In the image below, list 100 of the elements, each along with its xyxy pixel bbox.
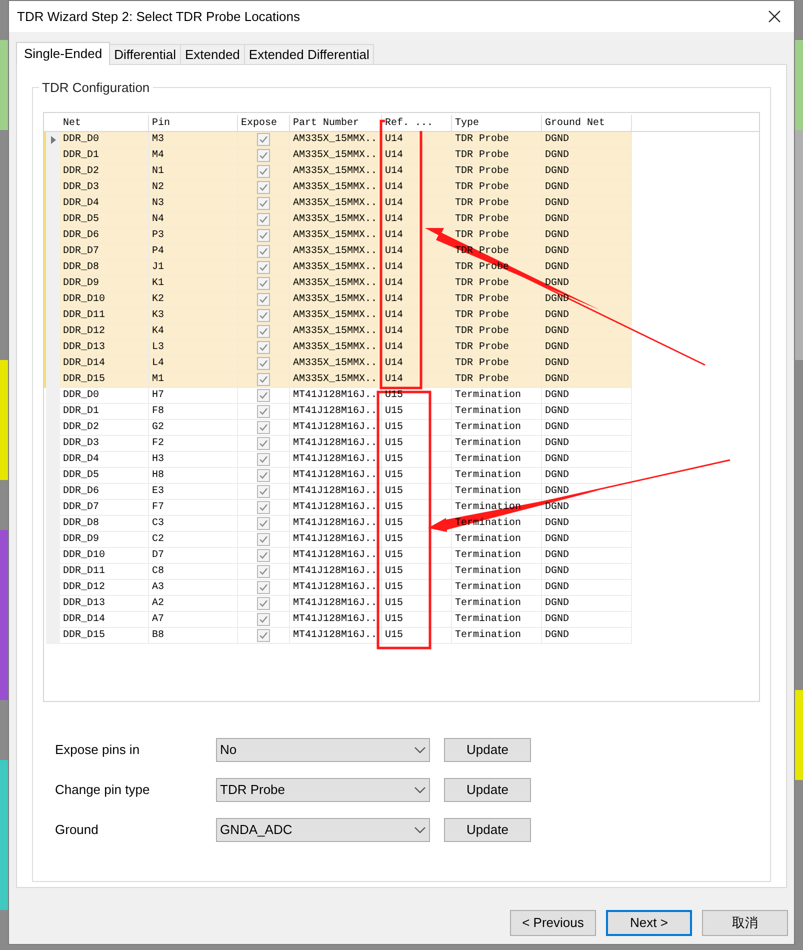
checkbox[interactable] <box>257 549 270 562</box>
table-row[interactable]: DDR_D5 N4 AM335X_15MMX.. U14 TDR Probe DGND <box>44 212 632 228</box>
tab[interactable]: Single-Ended <box>16 42 110 65</box>
checkbox[interactable] <box>257 213 270 226</box>
checkbox[interactable] <box>257 293 270 306</box>
table-cell-text: AM335X_15MMX.. <box>293 277 378 291</box>
table-row[interactable]: DDR_D15 M1 AM335X_15MMX.. U14 TDR Probe DGND <box>44 372 632 388</box>
table-cell-text: DDR_D15 <box>63 629 106 643</box>
table-cell-text: L4 <box>152 357 164 371</box>
checkbox[interactable] <box>257 389 270 402</box>
table-cell-text: DGND <box>545 309 570 323</box>
update-button[interactable]: Update <box>444 818 531 842</box>
table-cell-text: U14 <box>385 197 404 211</box>
checkbox[interactable] <box>257 485 270 498</box>
checkbox[interactable] <box>257 245 270 258</box>
table-row[interactable]: DDR_D9 K1 AM335X_15MMX.. U14 TDR Probe DGND <box>44 276 632 292</box>
table-row[interactable]: DDR_D2 G2 MT41J128M16J.. U15 Termination DGND <box>44 420 632 436</box>
table-cell-text: TDR Probe <box>455 164 510 179</box>
checkbox[interactable] <box>257 613 270 626</box>
dialog-button[interactable]: Next > <box>606 910 692 936</box>
checkbox[interactable] <box>257 421 270 434</box>
checkbox[interactable] <box>257 629 270 642</box>
checkbox[interactable] <box>257 181 270 194</box>
column-header[interactable]: Ref. ... <box>385 116 434 130</box>
dropdown[interactable]: No <box>216 738 430 762</box>
table-cell-text: DGND <box>545 325 570 339</box>
table-cell-text: DGND <box>545 453 570 467</box>
table-row[interactable]: DDR_D13 L3 AM335X_15MMX.. U14 TDR Probe DGND <box>44 340 632 356</box>
table-cell-text: U14 <box>385 357 404 371</box>
table-cell-text: Termination <box>455 580 522 595</box>
dropdown[interactable]: GNDA_ADC <box>216 818 430 842</box>
table-cell-text: DGND <box>545 485 570 499</box>
checkbox[interactable] <box>257 405 270 418</box>
dialog-button[interactable]: < Previous <box>510 910 596 936</box>
table-row[interactable]: DDR_D12 K4 AM335X_15MMX.. U14 TDR Probe DGND <box>44 324 632 340</box>
table-row[interactable]: DDR_D15 B8 MT41J128M16J.. U15 Termination DGND <box>44 628 632 644</box>
checkbox[interactable] <box>257 133 270 146</box>
table-row[interactable]: DDR_D11 C8 MT41J128M16J.. U15 Termination DGND <box>44 564 632 580</box>
table-row[interactable]: DDR_D0 H7 MT41J128M16J.. U15 Termination DGND <box>44 388 632 404</box>
table-row[interactable]: DDR_D6 P3 AM335X_15MMX.. U14 TDR Probe DGND <box>44 228 632 244</box>
checkbox[interactable] <box>257 357 270 370</box>
checkbox[interactable] <box>257 309 270 322</box>
setting-label: Ground <box>55 821 100 840</box>
table-row[interactable]: DDR_D1 M4 AM335X_15MMX.. U14 TDR Probe DGND <box>44 148 632 164</box>
dropdown-value: No <box>220 741 238 760</box>
table-cell-text: AM335X_15MMX.. <box>293 373 378 387</box>
checkbox[interactable] <box>257 565 270 578</box>
table-row[interactable]: DDR_D2 N1 AM335X_15MMX.. U14 TDR Probe DGND <box>44 164 632 180</box>
table-row[interactable]: DDR_D9 C2 MT41J128M16J.. U15 Termination DGND <box>44 532 632 548</box>
table-cell-text: DGND <box>545 629 570 643</box>
table-row[interactable]: DDR_D1 F8 MT41J128M16J.. U15 Termination DGND <box>44 404 632 420</box>
table-cell-text: J1 <box>152 261 164 275</box>
checkbox[interactable] <box>257 261 270 274</box>
checkbox[interactable] <box>257 469 270 482</box>
table-row[interactable]: DDR_D6 E3 MT41J128M16J.. U15 Termination DGND <box>44 484 632 500</box>
table-cell-text: AM335X_15MMX.. <box>293 197 378 211</box>
table-cell-text: DGND <box>545 533 570 547</box>
table-cell-text: DDR_D4 <box>63 197 100 211</box>
checkbox[interactable] <box>257 277 270 290</box>
update-button[interactable]: Update <box>444 778 531 802</box>
table-row[interactable]: DDR_D3 F2 MT41J128M16J.. U15 Termination DGND <box>44 436 632 452</box>
column-header[interactable]: Type <box>455 116 480 130</box>
table-row[interactable]: DDR_D4 H3 MT41J128M16J.. U15 Termination DGND <box>44 452 632 468</box>
update-button[interactable]: Update <box>444 738 531 762</box>
tab[interactable]: Extended Differential <box>244 44 374 64</box>
table-row[interactable]: DDR_D5 H8 MT41J128M16J.. U15 Termination DGND <box>44 468 632 484</box>
table-row[interactable]: DDR_D11 K3 AM335X_15MMX.. U14 TDR Probe DGND <box>44 308 632 324</box>
table-cell-text: DDR_D13 <box>63 597 106 611</box>
tab[interactable]: Extended <box>180 44 245 64</box>
checkbox[interactable] <box>257 165 270 178</box>
checkbox[interactable] <box>257 501 270 514</box>
checkbox[interactable] <box>257 341 270 354</box>
table-cell-text: U14 <box>385 325 404 339</box>
table-row[interactable]: DDR_D12 A3 MT41J128M16J.. U15 Termination DGND <box>44 580 632 596</box>
checkbox[interactable] <box>257 517 270 530</box>
checkbox[interactable] <box>257 533 270 546</box>
dropdown[interactable]: TDR Probe <box>216 778 430 802</box>
table-cell-text: F8 <box>152 405 164 419</box>
table-row[interactable]: DDR_D0 M3 AM335X_15MMX.. U14 TDR Probe DGND <box>44 132 632 148</box>
checkbox[interactable] <box>257 581 270 594</box>
table-row[interactable]: DDR_D3 N2 AM335X_15MMX.. U14 TDR Probe DGND <box>44 180 632 196</box>
table-cell-text: MT41J128M16J.. <box>293 565 378 579</box>
table-row[interactable]: DDR_D10 D7 MT41J128M16J.. U15 Termination DGND <box>44 548 632 564</box>
checkbox[interactable] <box>257 597 270 610</box>
dialog-button[interactable]: 取消 <box>702 910 788 936</box>
table-row[interactable]: DDR_D4 N3 AM335X_15MMX.. U14 TDR Probe DGND <box>44 196 632 212</box>
checkbox[interactable] <box>257 197 270 210</box>
checkbox[interactable] <box>257 229 270 242</box>
table-cell-text: AM335X_15MMX.. <box>293 133 378 147</box>
checkbox[interactable] <box>257 437 270 450</box>
table-row[interactable]: DDR_D14 A7 MT41J128M16J.. U15 Termination DGND <box>44 612 632 628</box>
table-row[interactable]: DDR_D13 A2 MT41J128M16J.. U15 Termination DGND <box>44 596 632 612</box>
checkbox[interactable] <box>257 453 270 466</box>
checkbox[interactable] <box>257 149 270 162</box>
table-row[interactable]: DDR_D10 K2 AM335X_15MMX.. U14 TDR Probe DGND <box>44 292 632 308</box>
table-row[interactable]: DDR_D14 L4 AM335X_15MMX.. U14 TDR Probe DGND <box>44 356 632 372</box>
checkbox[interactable] <box>257 373 270 386</box>
tab[interactable]: Differential <box>110 44 181 64</box>
checkbox[interactable] <box>257 325 270 338</box>
column-header[interactable]: Expose <box>241 116 278 130</box>
